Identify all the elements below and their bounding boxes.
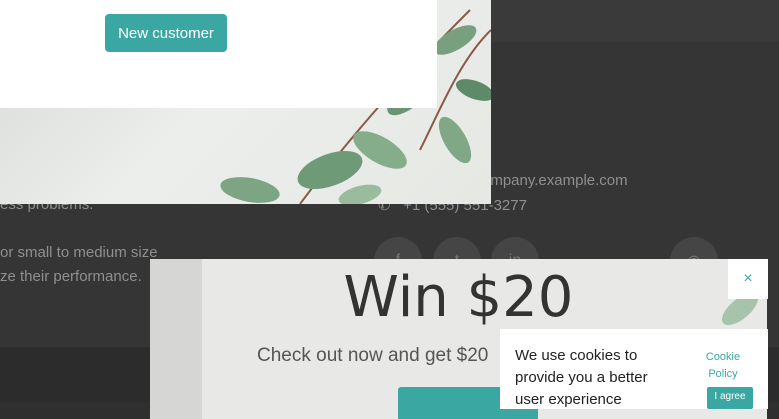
popup-title: Win $20 bbox=[343, 265, 574, 330]
popup-close-button[interactable]: × bbox=[728, 259, 768, 299]
about-line-3: ze their performance. bbox=[0, 268, 142, 285]
email-link[interactable]: ompany.example.com bbox=[482, 172, 628, 189]
login-card: New customer bbox=[0, 0, 437, 108]
cookie-policy-link[interactable]: Cookie Policy bbox=[700, 349, 746, 383]
about-line-2: or small to medium size bbox=[0, 244, 158, 261]
new-customer-button[interactable]: New customer bbox=[105, 14, 227, 52]
cookie-message: We use cookies to provide you a better u… bbox=[515, 347, 648, 408]
cookie-banner: We use cookies to provide you a better u… bbox=[500, 329, 768, 409]
cookie-agree-button[interactable]: I agree bbox=[707, 387, 753, 409]
popup-subtitle: Check out now and get $20 bbox=[257, 345, 489, 366]
